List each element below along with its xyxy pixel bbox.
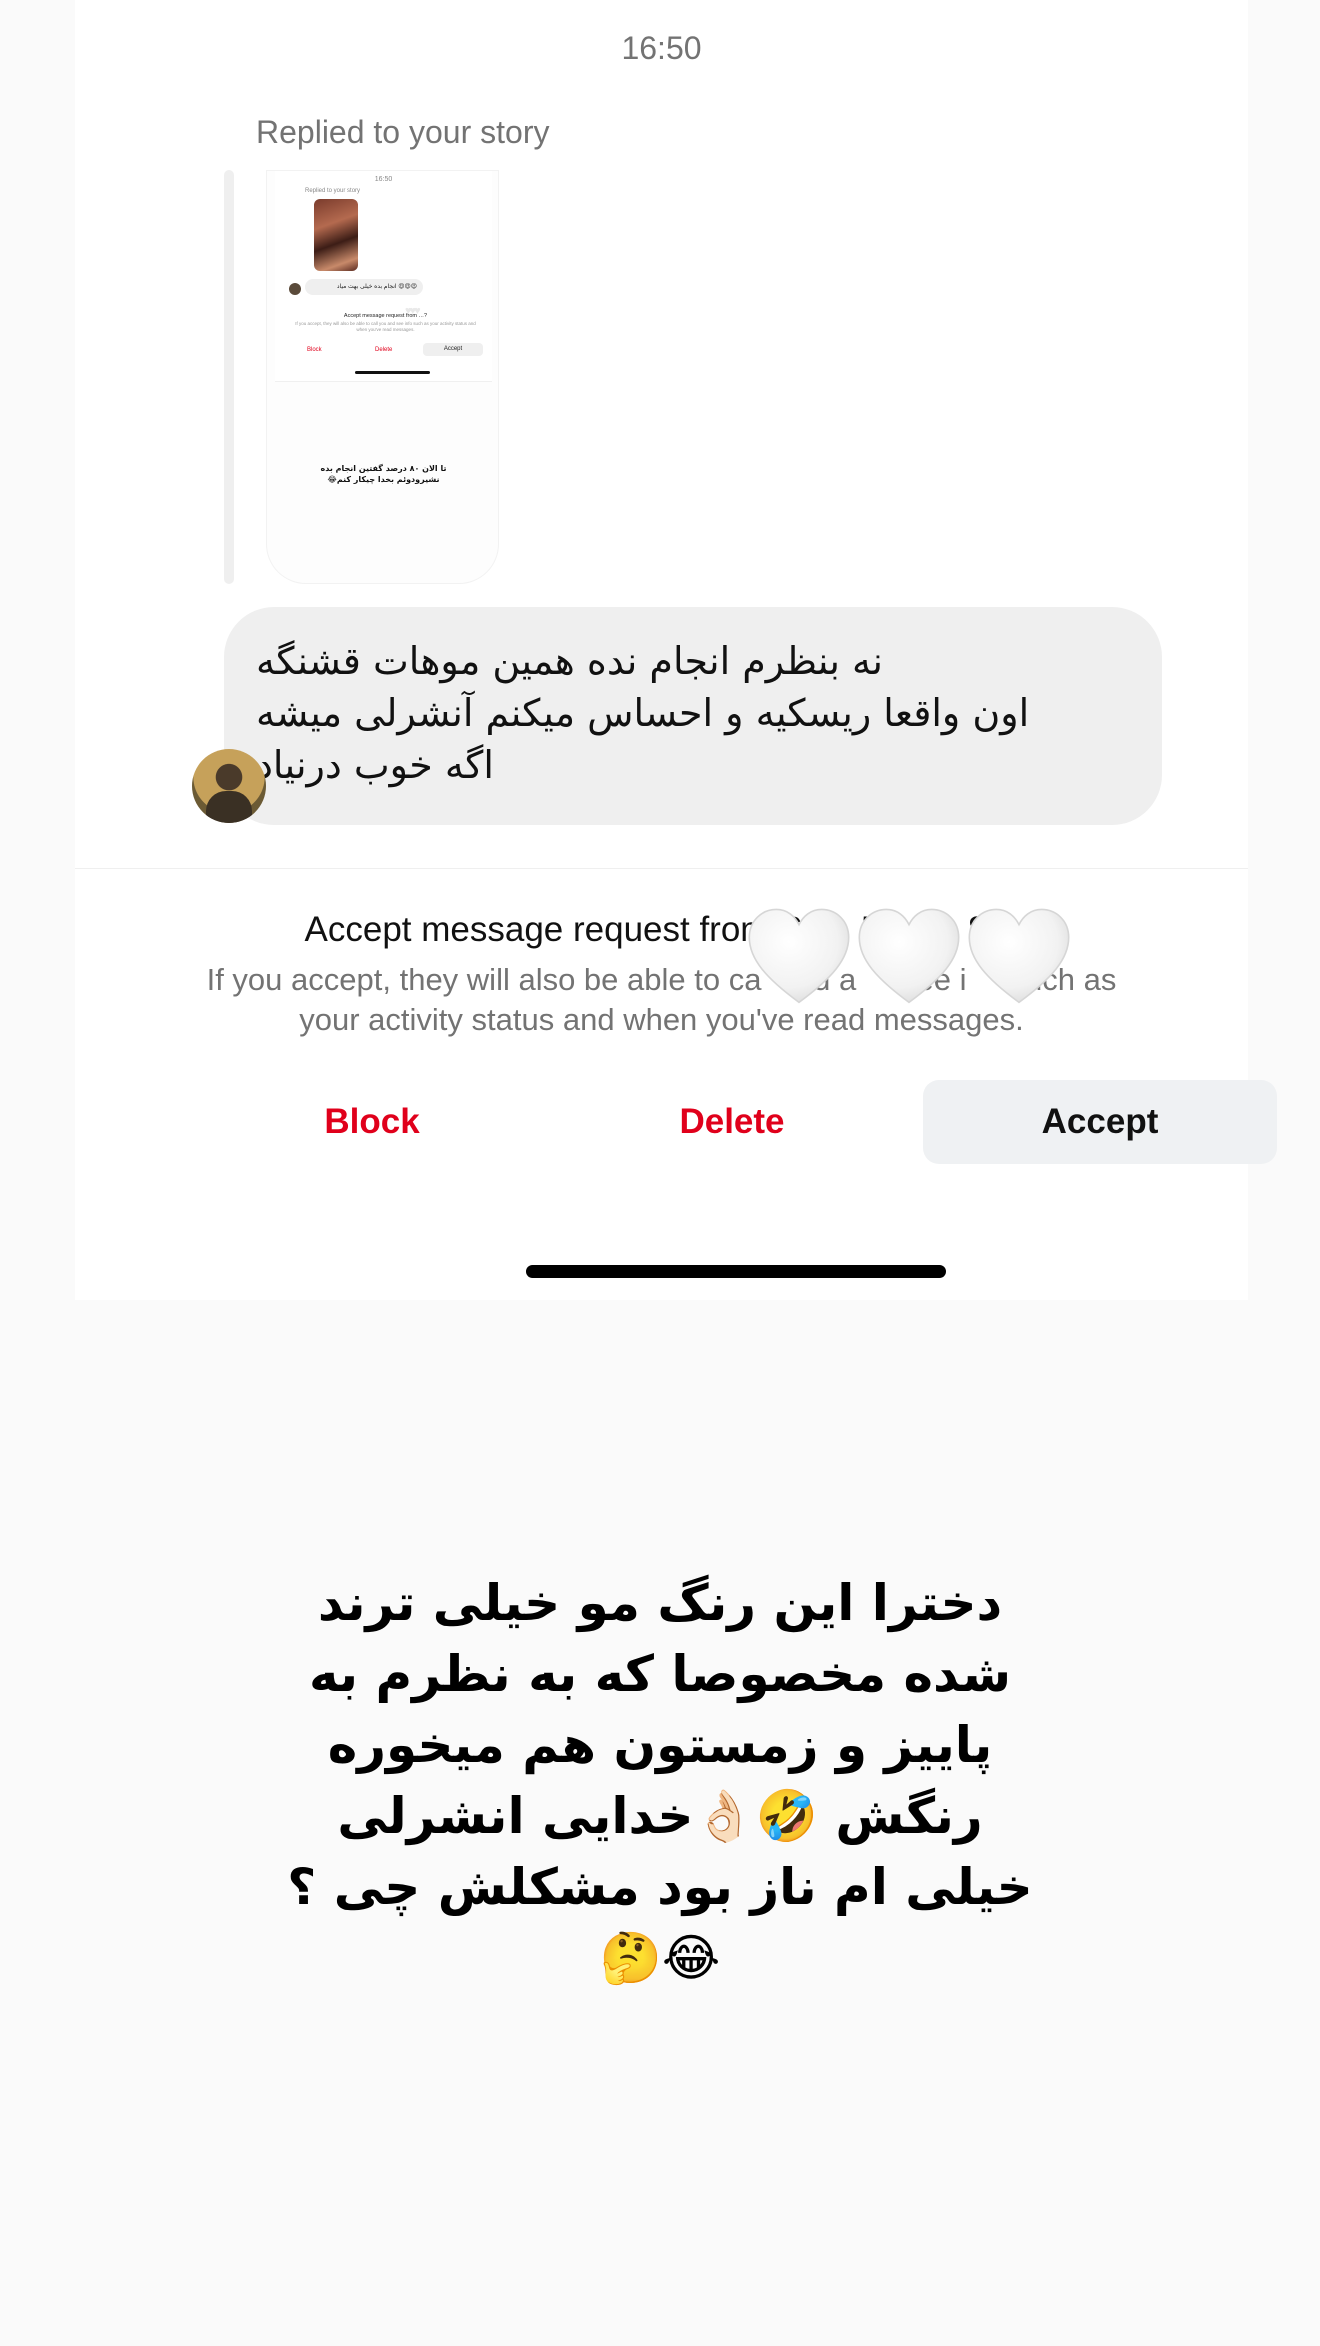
- white-heart-icon: [968, 908, 1070, 1004]
- sender-avatar-figure: [206, 791, 252, 823]
- story-preview-request-text: Accept message request from …?: [343, 313, 428, 319]
- message-text: نه بنظرم انجام نده همین موهات قشنگه اون …: [256, 639, 1030, 787]
- replied-to-story-label: Replied to your story: [256, 114, 550, 150]
- sender-avatar[interactable]: [192, 749, 266, 823]
- story-preview-caption: تا الان ۸۰ درصد گفتین انجام بده نشیرودوئ…: [320, 464, 447, 484]
- story-thumbnail[interactable]: 16:50 Replied to your story انجام بده خی…: [266, 170, 499, 584]
- story-caption: دخترا این رنگ مو خیلی ترند شده مخصوصا که…: [287, 1574, 1033, 1987]
- story-preview-avatar: [289, 283, 301, 295]
- home-indicator[interactable]: [526, 1265, 946, 1278]
- story-preview-delete: Delete: [375, 347, 393, 353]
- message-timestamp: 16:50: [621, 30, 702, 66]
- story-preview-photo: [314, 199, 358, 271]
- section-divider: [75, 868, 1248, 869]
- story-preview-message: انجام بده خیلی بهت میاد 😍😍😍: [305, 279, 423, 295]
- accept-button[interactable]: Accept: [923, 1080, 1277, 1164]
- heart-stickers: [745, 905, 1073, 1009]
- story-preview-home-indicator: [355, 371, 430, 374]
- dm-screenshot-card: 16:50 Replied to your story 16:50 Replie…: [75, 0, 1277, 1300]
- white-heart-icon: [858, 908, 960, 1004]
- white-heart-icon: [748, 908, 850, 1004]
- block-button[interactable]: Block: [242, 1080, 502, 1164]
- story-preview-request-sub: If you accept, they will also be able to…: [295, 321, 476, 332]
- story-preview-time: 16:50: [374, 176, 393, 183]
- story-embedded-screenshot: 16:50 Replied to your story انجام بده خی…: [275, 171, 492, 382]
- message-bubble[interactable]: نه بنظرم انجام نده همین موهات قشنگه اون …: [224, 607, 1162, 825]
- reply-indicator-bar: [224, 170, 234, 584]
- story-preview-replied-label: Replied to your story: [305, 188, 361, 194]
- story-preview-accept: Accept: [423, 343, 483, 356]
- story-preview-block: Block: [307, 347, 322, 353]
- delete-button[interactable]: Delete: [602, 1080, 862, 1164]
